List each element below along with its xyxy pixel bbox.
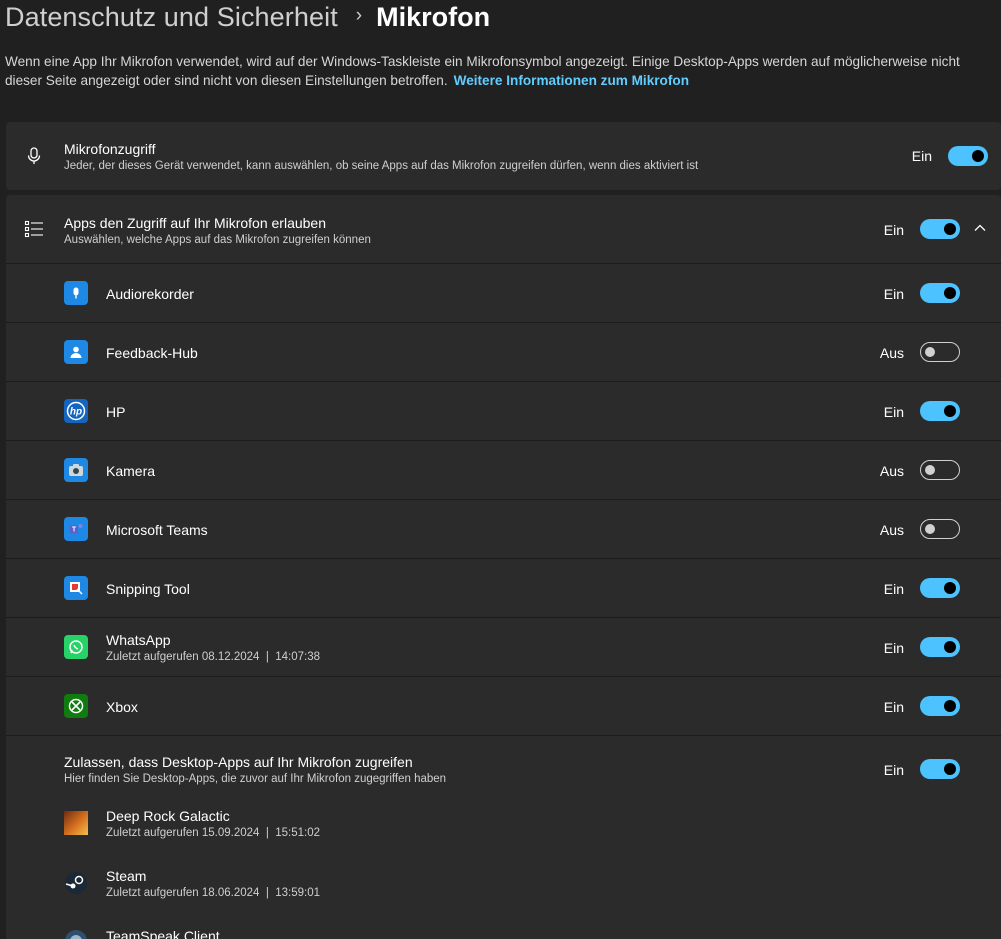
app-name: HP xyxy=(106,404,126,420)
app-name: Snipping Tool xyxy=(106,581,190,597)
steam-icon xyxy=(64,871,88,895)
whatsapp-text: WhatsApp Zuletzt aufgerufen 08.12.2024 |… xyxy=(106,632,320,663)
mic-access-title: Mikrofonzugriff xyxy=(64,141,156,157)
teams-icon: T xyxy=(64,517,88,541)
app-toggle-whatsapp[interactable] xyxy=(920,637,960,657)
audio-recorder-icon xyxy=(64,281,88,305)
app-toggle-snipping-tool[interactable] xyxy=(920,578,960,598)
svg-text:T: T xyxy=(72,527,77,534)
last-accessed: Zuletzt aufgerufen 15.09.2024 | 15:51:02 xyxy=(106,827,320,839)
app-row-hp: hp HP Ein xyxy=(6,382,1001,440)
app-state: Ein xyxy=(883,404,904,420)
app-state: Ein xyxy=(883,640,904,656)
app-name: Feedback-Hub xyxy=(106,345,198,361)
app-name: TeamSpeak Client xyxy=(106,928,220,939)
app-name: Xbox xyxy=(106,699,138,715)
hp-icon: hp xyxy=(64,399,88,423)
deep-rock-galactic-icon xyxy=(64,811,88,835)
page-title: Mikrofon xyxy=(376,1,491,32)
breadcrumb-parent[interactable]: Datenschutz und Sicherheit xyxy=(5,2,338,33)
desktop-app-deep-rock-galactic: Deep Rock Galactic Zuletzt aufgerufen 15… xyxy=(6,807,1001,857)
microphone-icon xyxy=(27,147,41,164)
mic-access-card: Mikrofonzugriff Jeder, der dieses Gerät … xyxy=(6,122,1001,190)
app-row-audiorekorder: Audiorekorder Ein xyxy=(6,264,1001,322)
app-toggle-hp[interactable] xyxy=(920,401,960,421)
app-state: Ein xyxy=(883,699,904,715)
apps-access-card: Apps den Zugriff auf Ihr Mikrofon erlaub… xyxy=(6,195,1001,939)
app-row-feedback-hub: Feedback-Hub Aus xyxy=(6,323,1001,381)
desktop-apps-state: Ein xyxy=(883,762,904,778)
app-name: Deep Rock Galactic xyxy=(106,808,230,824)
app-name: Steam xyxy=(106,868,147,884)
mic-access-subtitle: Jeder, der dieses Gerät verwendet, kann … xyxy=(64,160,699,172)
app-row-whatsapp: WhatsApp Zuletzt aufgerufen 08.12.2024 |… xyxy=(6,618,1001,676)
apps-access-subtitle: Auswählen, welche Apps auf das Mikrofon … xyxy=(64,234,371,246)
mic-access-text: Mikrofonzugriff Jeder, der dieses Gerät … xyxy=(64,141,698,172)
apps-access-state: Ein xyxy=(883,222,904,238)
app-state: Ein xyxy=(883,286,904,302)
last-accessed: Zuletzt aufgerufen 18.06.2024 | 13:59:01 xyxy=(106,887,320,899)
svg-text:hp: hp xyxy=(70,407,82,418)
app-name: Audiorekorder xyxy=(106,286,194,302)
last-accessed: Zuletzt aufgerufen 08.12.2024 | 14:07:38 xyxy=(106,651,320,663)
desktop-apps-text: Zulassen, dass Desktop-Apps auf Ihr Mikr… xyxy=(64,754,446,785)
breadcrumb: Datenschutz und Sicherheit › Mikrofon xyxy=(5,0,490,34)
app-row-xbox: Xbox Ein xyxy=(6,677,1001,735)
desktop-apps-subtitle: Hier finden Sie Desktop-Apps, die zuvor … xyxy=(64,773,447,785)
app-row-microsoft-teams: T Microsoft Teams Aus xyxy=(6,500,1001,558)
teamspeak-icon xyxy=(64,929,88,939)
desktop-apps-title: Zulassen, dass Desktop-Apps auf Ihr Mikr… xyxy=(64,754,413,770)
apps-access-header[interactable]: Apps den Zugriff auf Ihr Mikrofon erlaub… xyxy=(6,195,1001,263)
desktop-app-text: Steam Zuletzt aufgerufen 18.06.2024 | 13… xyxy=(106,868,320,899)
snipping-tool-icon xyxy=(64,576,88,600)
list-icon xyxy=(24,220,43,238)
app-toggle-audiorekorder[interactable] xyxy=(920,283,960,303)
app-name: Kamera xyxy=(106,463,156,479)
desktop-app-text: Deep Rock Galactic Zuletzt aufgerufen 15… xyxy=(106,808,320,839)
xbox-icon xyxy=(64,694,88,718)
app-toggle-kamera[interactable] xyxy=(920,460,960,480)
whatsapp-icon xyxy=(64,635,88,659)
app-name: Microsoft Teams xyxy=(106,522,208,538)
desktop-app-teamspeak: TeamSpeak Client xyxy=(6,927,1001,939)
feedback-hub-icon xyxy=(64,340,88,364)
app-row-snipping-tool: Snipping Tool Ein xyxy=(6,559,1001,617)
apps-access-toggle[interactable] xyxy=(920,219,960,239)
apps-access-text: Apps den Zugriff auf Ihr Mikrofon erlaub… xyxy=(64,215,371,246)
app-state: Aus xyxy=(879,345,904,361)
divider xyxy=(6,735,1001,736)
app-toggle-microsoft-teams[interactable] xyxy=(920,519,960,539)
desktop-apps-toggle[interactable] xyxy=(920,759,960,779)
mic-access-state: Ein xyxy=(911,148,932,164)
page-description: Wenn eine App Ihr Mikrofon verwendet, wi… xyxy=(5,52,995,90)
app-state: Aus xyxy=(879,522,904,538)
app-state: Aus xyxy=(879,463,904,479)
chevron-right-icon: › xyxy=(355,5,363,26)
apps-access-title: Apps den Zugriff auf Ihr Mikrofon erlaub… xyxy=(64,215,327,231)
more-info-link[interactable]: Weitere Informationen zum Mikrofon xyxy=(454,73,689,88)
app-row-kamera: Kamera Aus xyxy=(6,441,1001,499)
app-state: Ein xyxy=(883,581,904,597)
camera-icon xyxy=(64,458,88,482)
app-toggle-feedback-hub[interactable] xyxy=(920,342,960,362)
app-toggle-xbox[interactable] xyxy=(920,696,960,716)
app-name: WhatsApp xyxy=(106,632,171,648)
chevron-up-icon[interactable] xyxy=(972,220,988,236)
mic-access-toggle[interactable] xyxy=(948,146,988,166)
desktop-app-steam: Steam Zuletzt aufgerufen 18.06.2024 | 13… xyxy=(6,867,1001,917)
